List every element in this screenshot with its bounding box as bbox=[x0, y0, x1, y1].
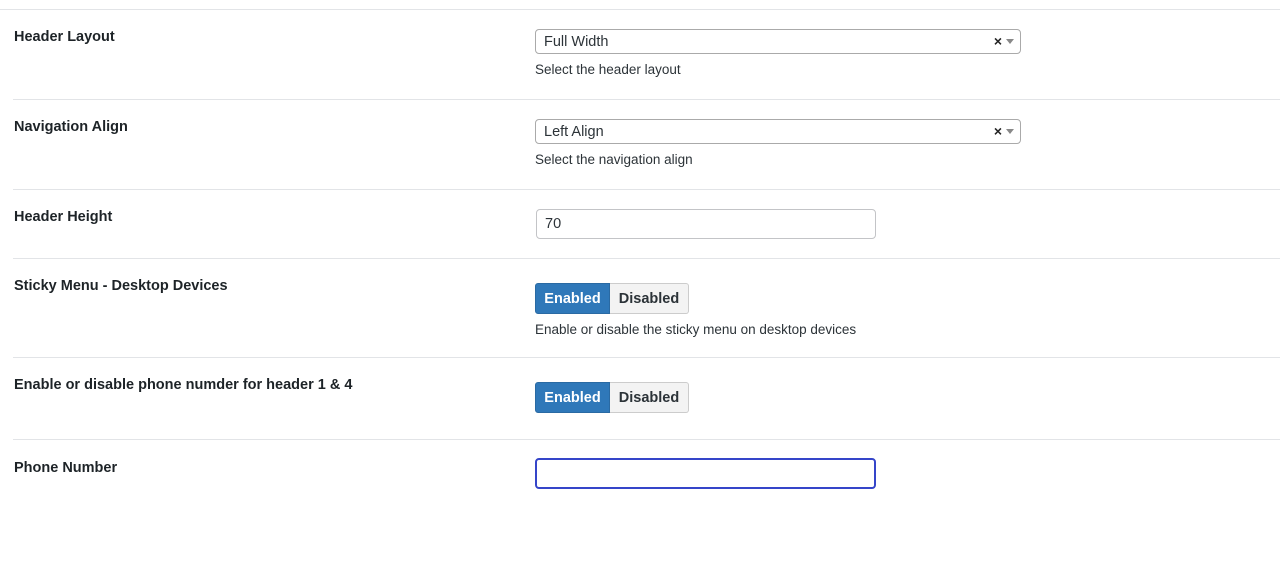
navigation-align-field: Left Align × Select the navigation align bbox=[535, 119, 1021, 167]
header-layout-select[interactable]: Full Width × bbox=[535, 29, 1021, 54]
phone-toggle: Enabled Disabled bbox=[535, 382, 689, 413]
dropdown-arrow-icon[interactable] bbox=[1006, 39, 1014, 44]
sticky-menu-description: Enable or disable the sticky menu on des… bbox=[535, 322, 857, 337]
header-layout-description: Select the header layout bbox=[535, 62, 681, 77]
phone-number-field bbox=[535, 458, 876, 489]
sticky-menu-field: Enabled Disabled Enable or disable the s… bbox=[535, 283, 856, 337]
header-height-label: Header Height bbox=[14, 209, 113, 225]
header-layout-label: Header Layout bbox=[14, 29, 115, 45]
header-height-input[interactable] bbox=[536, 209, 876, 239]
navigation-align-description: Select the navigation align bbox=[535, 152, 693, 167]
phone-toggle-disabled-button[interactable]: Disabled bbox=[610, 382, 689, 413]
setting-row-header-height: Header Height bbox=[13, 190, 1280, 259]
sticky-menu-disabled-button[interactable]: Disabled bbox=[610, 283, 689, 314]
phone-toggle-label: Enable or disable phone numder for heade… bbox=[14, 377, 353, 393]
phone-toggle-field: Enabled Disabled bbox=[535, 382, 689, 413]
dropdown-arrow-icon[interactable] bbox=[1006, 129, 1014, 134]
setting-row-phone-toggle: Enable or disable phone numder for heade… bbox=[13, 358, 1280, 440]
clear-icon[interactable]: × bbox=[994, 33, 1002, 50]
navigation-align-select[interactable]: Left Align × bbox=[535, 119, 1021, 144]
phone-number-input[interactable] bbox=[535, 458, 876, 489]
phone-toggle-enabled-button[interactable]: Enabled bbox=[535, 382, 610, 413]
sticky-menu-enabled-button[interactable]: Enabled bbox=[535, 283, 610, 314]
sticky-menu-toggle: Enabled Disabled bbox=[535, 283, 856, 314]
setting-row-header-layout: Header Layout Full Width × Select the he… bbox=[13, 10, 1280, 100]
navigation-align-selected-value: Left Align bbox=[544, 124, 604, 140]
header-layout-selected-value: Full Width bbox=[544, 34, 609, 50]
header-layout-field: Full Width × Select the header layout bbox=[535, 29, 1021, 77]
phone-number-label: Phone Number bbox=[14, 460, 118, 476]
setting-row-navigation-align: Navigation Align Left Align × Select the… bbox=[13, 100, 1280, 190]
setting-row-sticky-menu: Sticky Menu - Desktop Devices Enabled Di… bbox=[13, 259, 1280, 358]
setting-row-phone-number: Phone Number bbox=[13, 440, 1280, 540]
sticky-menu-label: Sticky Menu - Desktop Devices bbox=[14, 278, 228, 294]
header-height-field bbox=[536, 209, 876, 239]
navigation-align-label: Navigation Align bbox=[14, 119, 128, 135]
clear-icon[interactable]: × bbox=[994, 123, 1002, 140]
